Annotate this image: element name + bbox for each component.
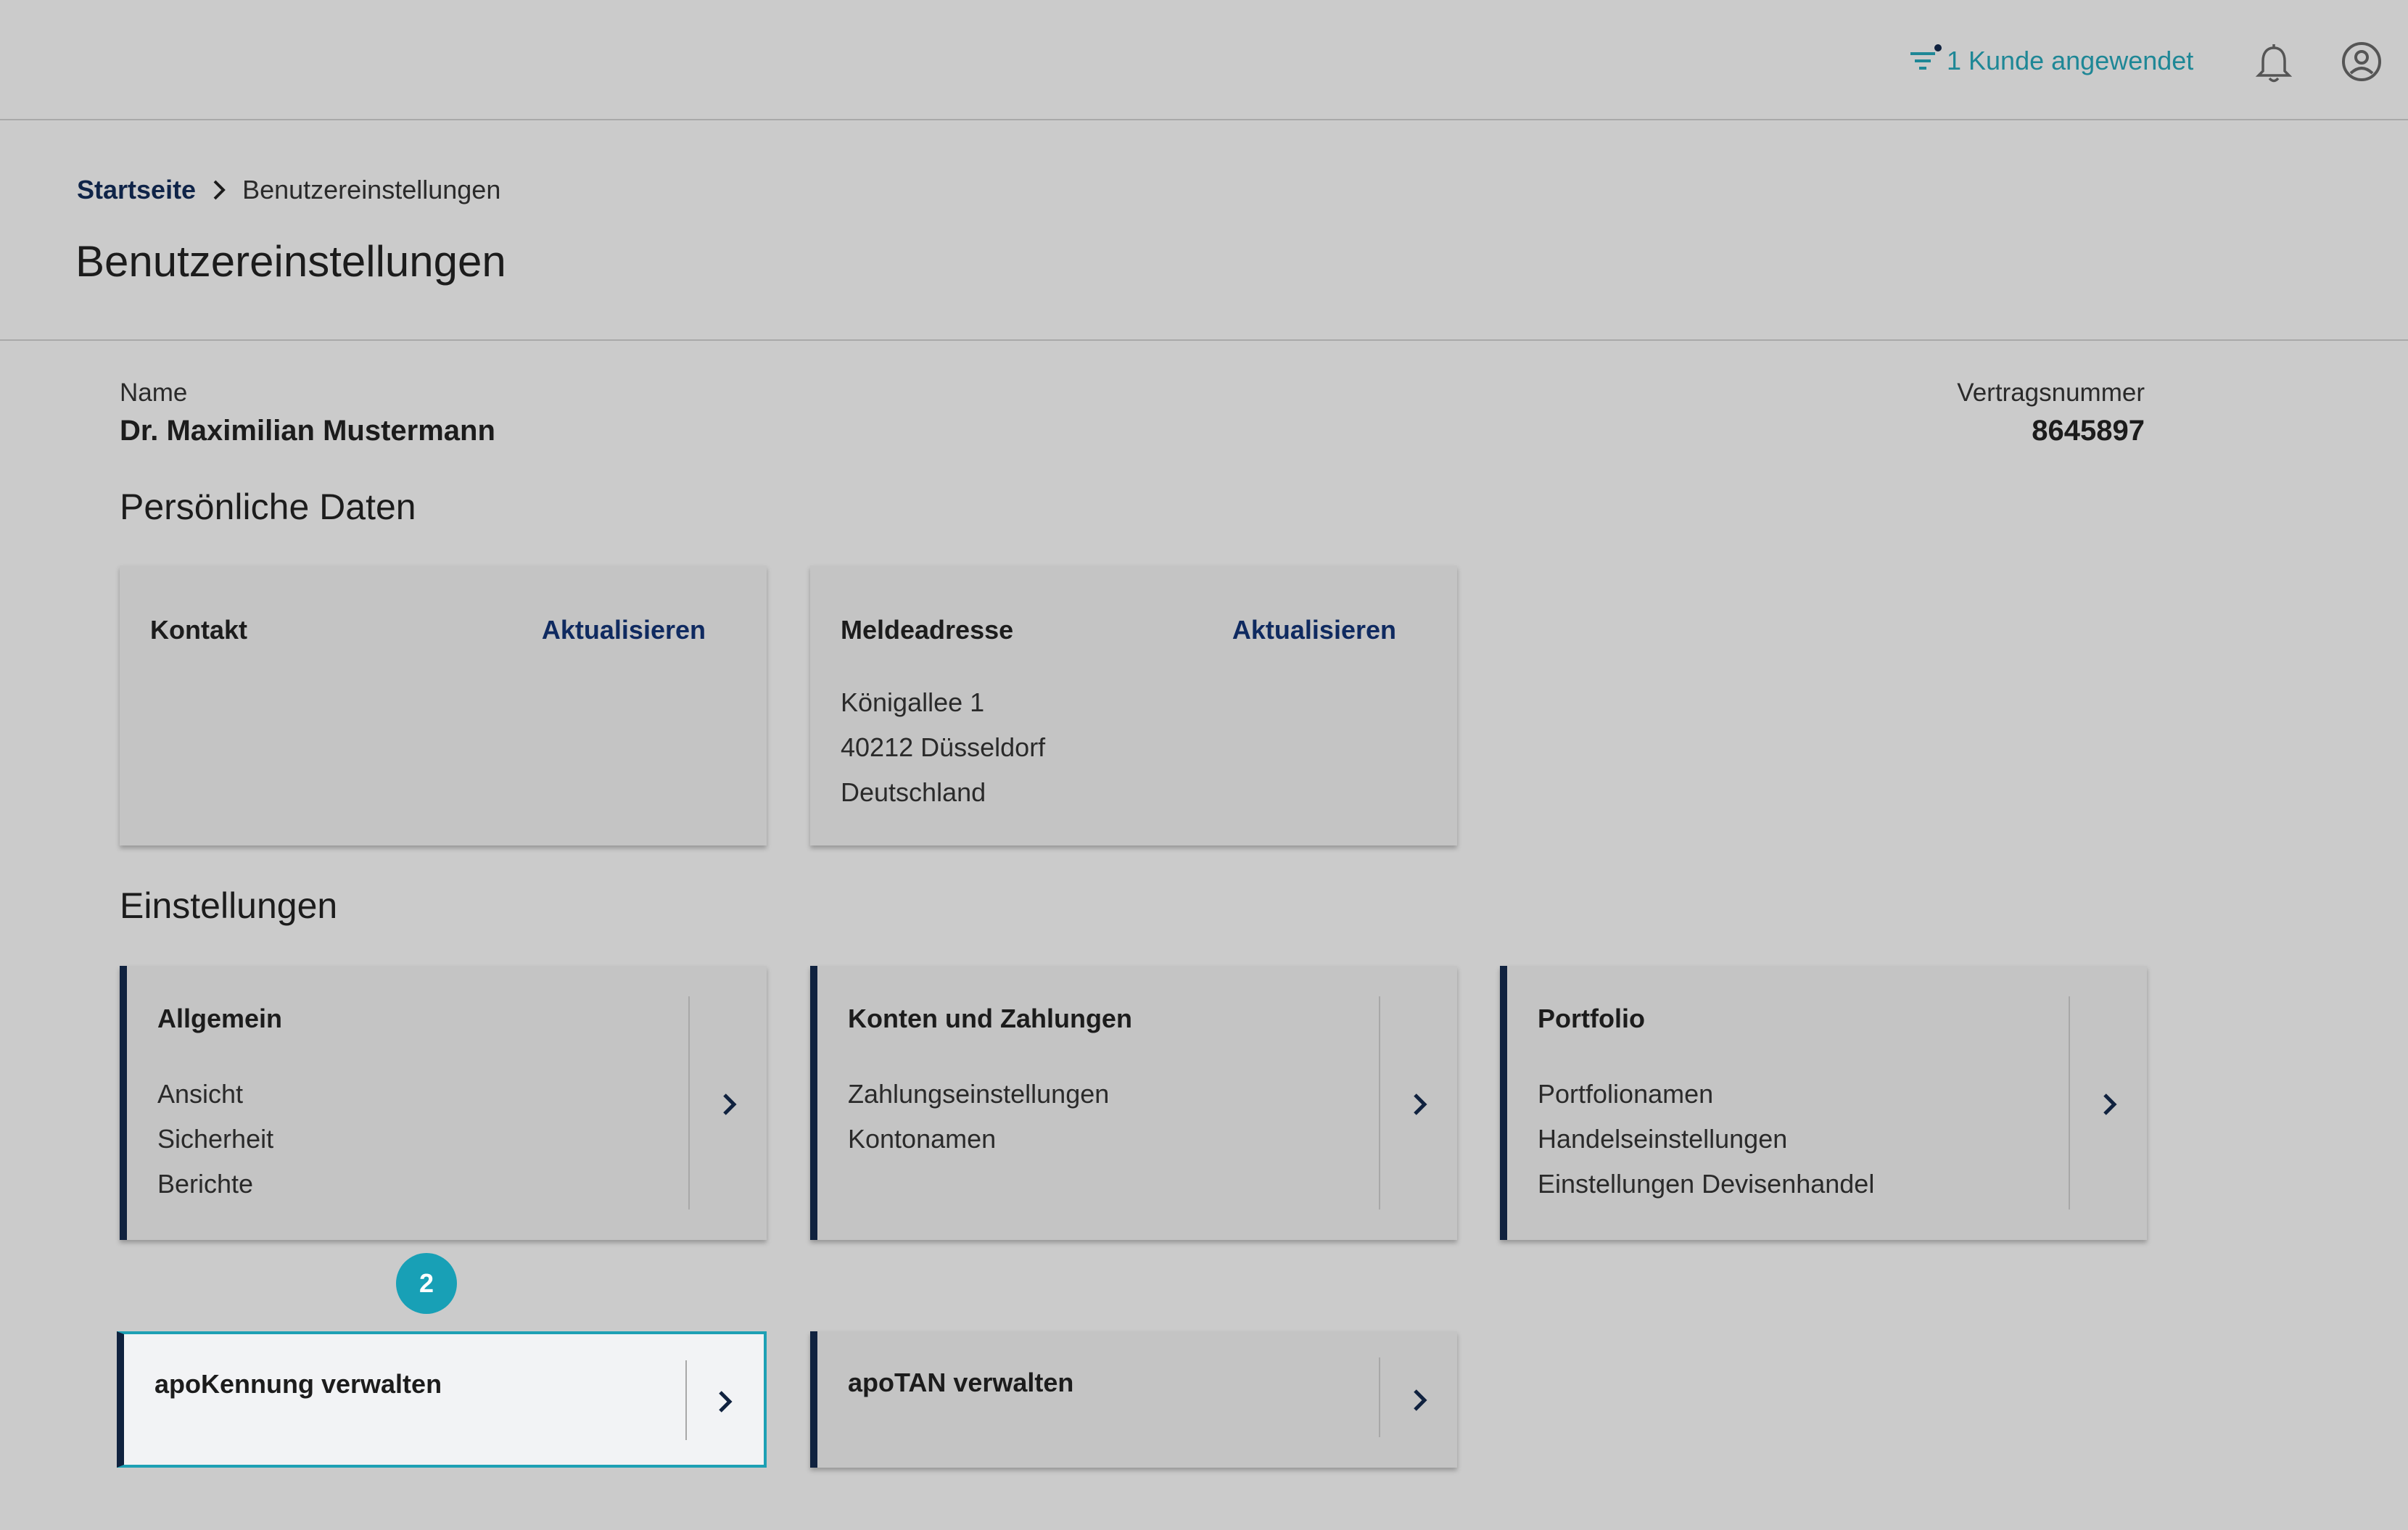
settings-card-item: Einstellungen Devisenhandel [1538, 1169, 1875, 1199]
address-card-title: Meldeadresse [841, 615, 1014, 645]
card-divider [1379, 1357, 1380, 1437]
name-label: Name [120, 379, 188, 407]
contact-update-link[interactable]: Aktualisieren [542, 615, 706, 645]
top-bar: 1 Kunde angewendet [0, 0, 2408, 120]
settings-card-title: Allgemein [157, 1004, 283, 1033]
breadcrumb-current: Benutzereinstellungen [242, 175, 501, 204]
chevron-right-icon[interactable] [1405, 1384, 1434, 1417]
contact-card-title: Kontakt [150, 615, 247, 645]
chevron-right-icon[interactable] [1405, 1088, 1434, 1121]
settings-card-item: Handelseinstellungen [1538, 1124, 1788, 1154]
contract-number-label: Vertragsnummer [1957, 379, 2145, 407]
address-update-link[interactable]: Aktualisieren [1232, 615, 1396, 645]
breadcrumb-home-link[interactable]: Startseite [77, 175, 196, 205]
manage-apotan-card[interactable]: apoTAN verwalten [810, 1331, 1457, 1468]
manage-apokennung-card[interactable]: apoKennung verwalten [117, 1331, 767, 1468]
settings-card-accounts-payments[interactable]: Konten und Zahlungen Zahlungseinstellung… [810, 966, 1457, 1240]
settings-card-item: Portfolionamen [1538, 1079, 1714, 1109]
settings-card-title: Konten und Zahlungen [848, 1004, 1132, 1033]
filter-label: 1 Kunde angewendet [1947, 46, 2194, 75]
filter-icon [1910, 44, 1942, 70]
address-line: Deutschland [841, 777, 986, 807]
contract-number-value: 8645897 [2032, 415, 2145, 447]
breadcrumb: Startseite Benutzereinstellungen [77, 173, 500, 207]
user-account-icon[interactable] [2340, 40, 2383, 83]
card-divider [688, 996, 690, 1209]
settings-card-item: Kontonamen [848, 1124, 997, 1154]
settings-card-general[interactable]: Allgemein Ansicht Sicherheit Berichte [120, 966, 767, 1240]
chevron-right-icon[interactable] [710, 1385, 739, 1418]
page-title: Benutzereinstellungen [75, 237, 506, 286]
address-line: Königallee 1 [841, 687, 985, 717]
card-divider [1379, 996, 1380, 1209]
settings-card-item: Berichte [157, 1169, 254, 1199]
chevron-right-icon[interactable] [714, 1088, 743, 1121]
customer-filter-button[interactable]: 1 Kunde angewendet [1906, 41, 2193, 81]
settings-card-title: apoTAN verwalten [848, 1368, 1074, 1397]
settings-card-item: Zahlungseinstellungen [848, 1079, 1110, 1109]
card-divider [685, 1360, 687, 1440]
address-card: Meldeadresse Aktualisieren Königallee 1 … [810, 566, 1457, 845]
name-value: Dr. Maximilian Mustermann [120, 415, 495, 447]
chevron-right-icon[interactable] [2095, 1088, 2124, 1121]
settings-card-title: apoKennung verwalten [154, 1369, 442, 1399]
contact-card: Kontakt Aktualisieren [120, 566, 767, 845]
settings-card-title: Portfolio [1538, 1004, 1645, 1033]
page-header [0, 120, 2408, 341]
settings-card-item: Sicherheit [157, 1124, 274, 1154]
bell-icon[interactable] [2254, 42, 2293, 86]
address-line: 40212 Düsseldorf [841, 732, 1046, 762]
card-divider [2069, 996, 2070, 1209]
section-title-personal-data: Persönliche Daten [120, 487, 416, 527]
settings-card-portfolio[interactable]: Portfolio Portfolionamen Handelseinstell… [1500, 966, 2147, 1240]
section-title-settings: Einstellungen [120, 885, 338, 926]
chevron-right-icon [213, 180, 226, 200]
settings-card-item: Ansicht [157, 1079, 244, 1109]
step-badge: 2 [396, 1253, 457, 1314]
